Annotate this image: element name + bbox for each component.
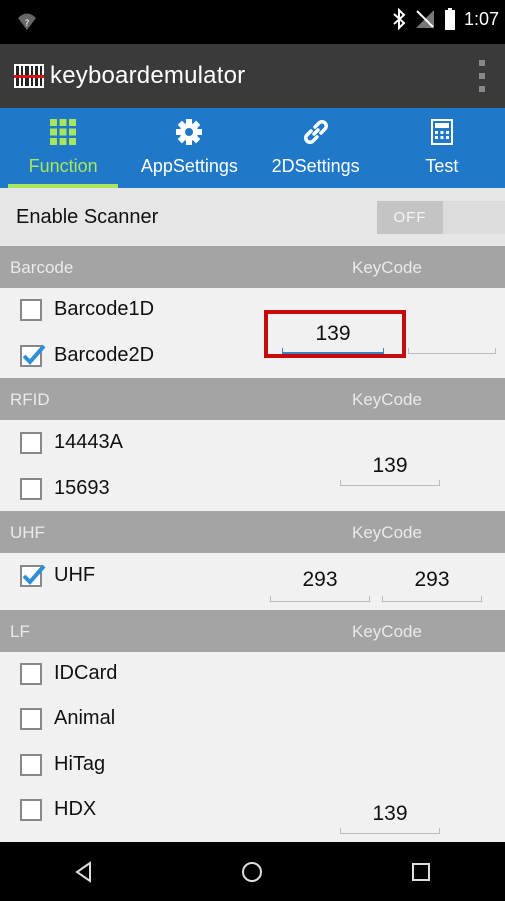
barcode2d-checkbox-item[interactable]: Barcode2D (20, 344, 154, 367)
checkbox[interactable] (20, 662, 42, 685)
hdx-checkbox-item[interactable]: HDX (20, 798, 96, 821)
keycode-value: 293 (414, 568, 450, 591)
battery-icon (444, 8, 455, 30)
checkbox-checked[interactable] (20, 564, 46, 587)
checkbox-label: Animal (54, 707, 116, 729)
svg-text:?: ? (25, 19, 30, 29)
15693-checkbox-item[interactable]: 15693 (20, 477, 110, 500)
checkbox[interactable] (20, 298, 42, 321)
lf-section-header: LF KeyCode (0, 610, 505, 652)
bluetooth-icon (393, 8, 406, 30)
tab-test[interactable]: Test (379, 108, 505, 188)
enable-scanner-toggle[interactable]: OFF (377, 201, 505, 234)
hitag-checkbox-item[interactable]: HiTag (20, 753, 105, 776)
overflow-menu-icon[interactable] (477, 60, 487, 92)
tab-bar: Function AppSettings 2DSettings Test (0, 108, 505, 188)
back-icon (75, 860, 92, 883)
wifi-icon: ? (18, 13, 36, 30)
14443a-checkbox-item[interactable]: 14443A (20, 431, 123, 454)
status-bar: ? 1:07 (0, 0, 505, 44)
home-icon (242, 861, 263, 882)
checkbox-checked[interactable] (20, 344, 46, 367)
animal-checkbox-item[interactable]: Animal (20, 707, 115, 730)
idcard-checkbox-item[interactable]: IDCard (20, 662, 117, 685)
back-button[interactable] (64, 852, 104, 892)
uhf-keycode-input-1[interactable]: 293 (270, 568, 370, 602)
barcode-app-icon (14, 64, 44, 88)
recents-button[interactable] (401, 852, 441, 892)
section-title: RFID (10, 390, 50, 409)
uhf-checkbox-item[interactable]: UHF (20, 564, 95, 587)
grid-icon (50, 119, 77, 145)
checkbox-label: UHF (54, 564, 96, 586)
checkbox-label: HDX (54, 798, 97, 820)
lf-keycode-input[interactable]: 139 (340, 802, 440, 834)
tab-label: Function (28, 156, 98, 176)
tab-function[interactable]: Function (0, 108, 126, 188)
tab-2dsettings[interactable]: 2DSettings (253, 108, 379, 188)
section-title: Barcode (10, 258, 74, 277)
checkbox[interactable] (20, 707, 42, 730)
uhf-keycode-input-2[interactable]: 293 (382, 568, 482, 602)
no-signal-icon (415, 10, 434, 28)
checkbox[interactable] (20, 477, 42, 500)
barcode-section-header: Barcode KeyCode (0, 246, 505, 288)
section-title: LF (10, 622, 30, 641)
checkbox-label: HiTag (54, 753, 106, 775)
keycode-label: KeyCode (352, 390, 422, 409)
home-button[interactable] (232, 852, 272, 892)
checkmark-icon (22, 344, 46, 365)
keycode-label: KeyCode (352, 523, 422, 542)
tab-appsettings[interactable]: AppSettings (126, 108, 252, 188)
status-time: 1:07 (463, 8, 499, 29)
toggle-off-label: OFF (377, 201, 443, 234)
enable-scanner-row: Enable Scanner OFF (0, 188, 505, 246)
checkbox-label: 15693 (54, 477, 110, 499)
navigation-bar (0, 842, 505, 901)
checkmark-icon (22, 564, 46, 585)
checkbox-label: IDCard (54, 662, 118, 684)
checkbox-label: Barcode2D (54, 344, 155, 366)
app-title: keyboardemulator (50, 62, 246, 89)
uhf-section-header: UHF KeyCode (0, 511, 505, 553)
gear-icon (176, 119, 203, 145)
keycode-value: 139 (372, 802, 408, 825)
checkbox[interactable] (20, 431, 42, 454)
enable-scanner-label: Enable Scanner (16, 206, 159, 228)
checkbox-label: Barcode1D (54, 298, 155, 320)
checkbox[interactable] (20, 798, 42, 821)
barcode-keycode-input-2[interactable] (408, 346, 496, 354)
link-icon (303, 120, 328, 144)
keycode-label: KeyCode (352, 258, 422, 277)
calculator-icon (430, 119, 453, 145)
checkbox[interactable] (20, 753, 42, 776)
keycode-value: 139 (372, 454, 408, 477)
tab-label: 2DSettings (271, 156, 360, 176)
keycode-label: KeyCode (352, 622, 422, 641)
rfid-keycode-input[interactable]: 139 (340, 454, 440, 486)
barcode1d-checkbox-item[interactable]: Barcode1D (20, 298, 154, 321)
tab-label: AppSettings (140, 156, 238, 176)
tab-label: Test (425, 156, 459, 176)
keycode-value: 293 (302, 568, 338, 591)
recents-icon (411, 862, 430, 881)
section-title: UHF (10, 523, 45, 542)
action-bar: keyboardemulator (0, 44, 505, 108)
checkbox-label: 14443A (54, 431, 123, 453)
rfid-section-header: RFID KeyCode (0, 378, 505, 420)
highlight-box (264, 310, 406, 358)
